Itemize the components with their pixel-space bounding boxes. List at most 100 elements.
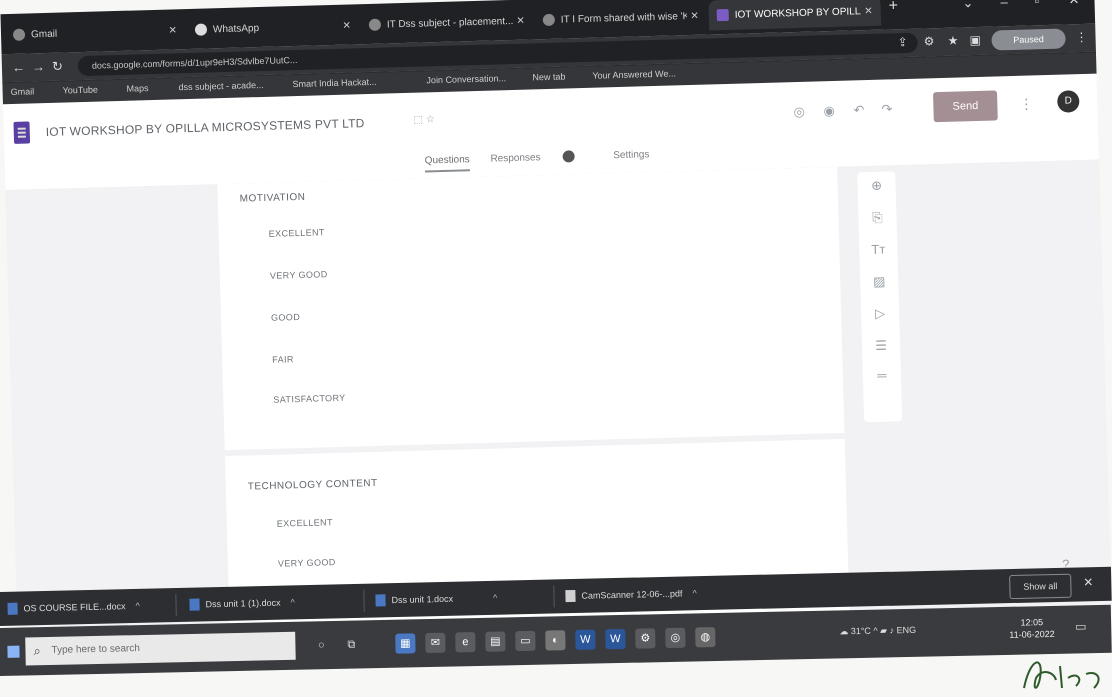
settings-icon[interactable]: ⚙ [923, 34, 934, 48]
bookmark-item[interactable]: dss subject - acade... [178, 80, 263, 92]
language-indicator[interactable]: ENG [896, 625, 916, 635]
add-section-icon[interactable]: ☰ [862, 337, 900, 354]
extensions-icon[interactable]: ▣ [969, 33, 981, 47]
preview-eye-icon[interactable]: ◉ [823, 103, 835, 119]
option-label[interactable]: VERY GOOD [278, 557, 336, 569]
chevron-up-icon[interactable]: ^ [692, 588, 696, 598]
clock-date: 11-06-2022 [1009, 628, 1055, 640]
weather-icon[interactable]: ☁ [839, 626, 848, 636]
weather-temp[interactable]: 31°C [851, 626, 871, 636]
bookmark-item[interactable]: Smart India Hackat... [292, 77, 376, 89]
tab-form-shared[interactable]: IT I Form shared with wise 'Ka... ✕ [534, 1, 707, 36]
option-label[interactable]: FAIR [272, 354, 294, 365]
cortana-icon[interactable]: ○ [311, 635, 331, 655]
network-icon[interactable]: ▰ [880, 625, 887, 635]
close-icon[interactable]: ✕ [342, 20, 351, 31]
gmail-icon [12, 28, 26, 41]
maximize-icon[interactable]: ▫ [1034, 0, 1039, 8]
chrome-icon[interactable]: ◎ [665, 627, 686, 649]
redo-icon[interactable]: ↷ [881, 101, 892, 117]
app-icon[interactable]: ▦ [395, 633, 416, 654]
notification-icon[interactable]: ▭ [1075, 619, 1087, 633]
folder-star-icons[interactable]: ⬚ ☆ [413, 114, 435, 126]
forward-icon[interactable]: → [32, 59, 45, 74]
app-icon[interactable]: ◍ [695, 627, 716, 648]
palette-icon[interactable]: ◎ [793, 104, 805, 120]
volume-icon[interactable]: ♪ [889, 625, 894, 635]
tab-title: IT I Form shared with wise 'Ka... [560, 10, 687, 26]
back-icon[interactable]: ← [12, 60, 25, 75]
bookmark-item[interactable]: Maps [126, 83, 148, 94]
close-icon[interactable]: ✕ [516, 15, 525, 26]
taskbar-clock[interactable]: 12:05 11-06-2022 [1009, 616, 1055, 641]
chevron-down-icon[interactable]: ⌄ [962, 0, 973, 11]
form-title[interactable]: IOT WORKSHOP BY OPILLA MICROSYSTEMS PVT … [46, 116, 365, 139]
profile-button[interactable]: Paused [991, 28, 1066, 51]
question-title[interactable]: MOTIVATION [240, 192, 306, 205]
bookmark-item[interactable]: Gmail [11, 86, 35, 97]
close-icon[interactable]: ✕ [1083, 575, 1093, 589]
word-icon[interactable]: W [575, 629, 596, 650]
settings-icon[interactable]: ⚙ [635, 628, 656, 649]
add-title-icon[interactable]: Tт [859, 241, 897, 257]
import-questions-icon[interactable]: ⎘ [858, 209, 896, 226]
minimize-icon[interactable]: – [1000, 0, 1008, 9]
avatar[interactable]: D [1057, 90, 1080, 113]
download-item[interactable]: Dss unit 1 (1).docx ^ [189, 594, 295, 612]
star-icon[interactable]: ★ [947, 34, 958, 48]
close-icon[interactable]: ✕ [690, 10, 699, 21]
chevron-up-icon[interactable]: ^ [493, 593, 497, 603]
add-question-icon[interactable]: ⊕ [857, 177, 895, 194]
taskbar-search-input[interactable]: Type here to search [25, 631, 296, 666]
new-tab-button[interactable]: + [888, 0, 898, 15]
show-all-button[interactable]: Show all [1009, 573, 1072, 600]
close-window-icon[interactable]: ✕ [1068, 0, 1079, 8]
add-image-icon[interactable]: ▨ [860, 273, 898, 290]
undo-icon[interactable]: ↶ [853, 102, 864, 118]
option-label[interactable]: EXCELLENT [269, 227, 325, 239]
tab-whatsapp[interactable]: WhatsApp ✕ [187, 10, 360, 45]
tab-iot-workshop[interactable]: IOT WORKSHOP BY OPILLA... ✕ [708, 0, 882, 31]
share-icon[interactable]: ⇪ [897, 35, 907, 49]
store-icon[interactable]: ▤ [485, 631, 506, 652]
download-item[interactable]: OS COURSE FILE...docx ^ [7, 598, 140, 617]
pdf-file-icon [565, 589, 576, 603]
add-video-icon[interactable]: ▷ [861, 305, 899, 322]
mail-icon[interactable]: ✉ [425, 632, 446, 654]
question-card[interactable]: MOTIVATION EXCELLENT VERY GOOD GOOD FAIR… [217, 166, 845, 451]
download-filename: Dss unit 1.docx [391, 593, 454, 606]
chevron-up-icon[interactable]: ^ [290, 597, 294, 607]
menu-icon[interactable]: ⋮ [1075, 30, 1087, 44]
word-icon[interactable]: W [605, 628, 626, 650]
bookmark-item[interactable]: Join Conversation... [426, 73, 506, 85]
reload-icon[interactable]: ↻ [52, 59, 63, 75]
file-explorer-icon[interactable]: ▭ [515, 630, 536, 652]
tab-dss-subject[interactable]: IT Dss subject - placement... ✕ [360, 5, 533, 40]
download-item[interactable]: CamScanner 12-06-...pdf ^ [565, 585, 697, 604]
close-icon[interactable]: ✕ [168, 25, 177, 36]
option-label[interactable]: GOOD [271, 312, 300, 323]
option-label[interactable]: VERY GOOD [270, 269, 328, 281]
tab-settings[interactable]: Settings [613, 149, 649, 161]
edge-icon[interactable]: e [455, 632, 476, 653]
google-forms-icon[interactable] [13, 121, 31, 144]
divider [175, 593, 177, 617]
bookmark-item[interactable]: YouTube [62, 85, 98, 96]
option-label[interactable]: SATISFACTORY [273, 393, 346, 405]
chevron-up-icon[interactable]: ^ [135, 601, 139, 611]
bookmark-item[interactable]: Your Answered We... [592, 68, 676, 80]
tab-questions[interactable]: Questions [424, 153, 471, 173]
tab-responses[interactable]: Responses [490, 150, 592, 164]
download-filename: Dss unit 1 (1).docx [205, 597, 281, 610]
task-view-icon[interactable]: ⧉ [341, 634, 361, 654]
bookmark-item[interactable]: New tab [532, 71, 565, 82]
close-icon[interactable]: ✕ [864, 5, 873, 16]
more-options-icon[interactable]: ⋮ [1019, 95, 1033, 112]
download-item[interactable]: Dss unit 1.docx ^ [375, 590, 497, 609]
tab-gmail[interactable]: Gmail ✕ [5, 15, 186, 50]
option-label[interactable]: EXCELLENT [277, 517, 333, 529]
question-title[interactable]: TECHNOLOGY CONTENT [248, 478, 378, 493]
app-icon[interactable]: ◐ [545, 630, 566, 651]
windows-start-icon[interactable] [7, 645, 20, 658]
send-button[interactable]: Send [933, 90, 998, 123]
